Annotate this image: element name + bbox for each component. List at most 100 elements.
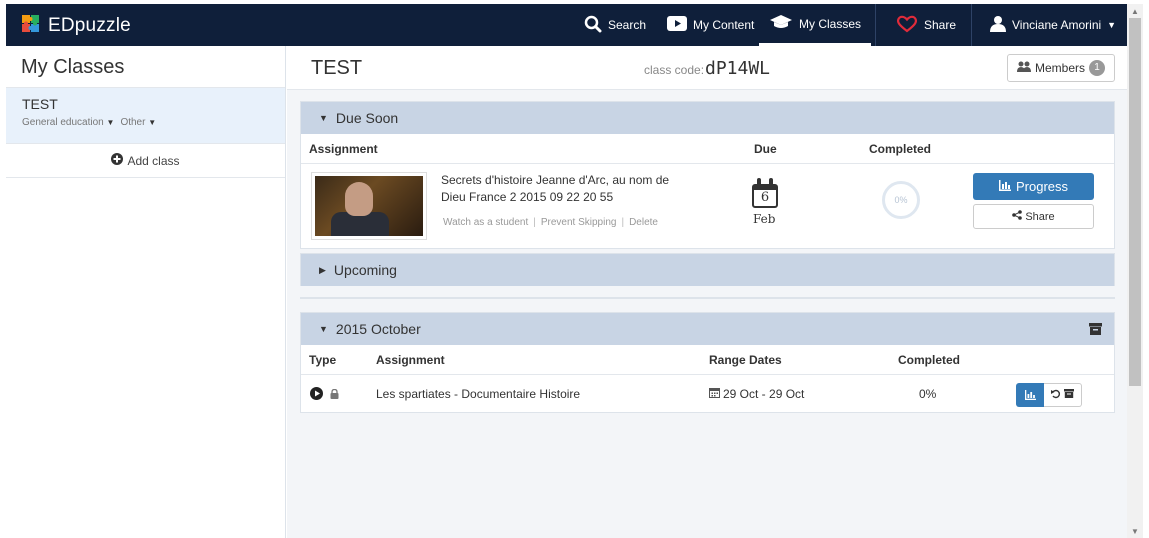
caret-right-icon: ▶ — [319, 264, 326, 275]
video-thumbnail[interactable] — [311, 172, 427, 240]
class-subject-tag[interactable]: General education ▼ — [22, 117, 114, 128]
completion-percent: 0% — [919, 387, 937, 401]
caret-down-icon: ▼ — [106, 118, 115, 127]
bar-chart-icon — [998, 179, 1011, 194]
scrollbar-thumb[interactable] — [1129, 18, 1141, 386]
due-soon-column-headers: Assignment Due Completed — [301, 134, 1114, 164]
column-completed: Completed — [869, 142, 932, 156]
upcoming-panel: ▶ Upcoming — [300, 253, 1115, 286]
user-icon — [990, 15, 1006, 35]
assignment-actions: Watch as a student | Prevent Skipping | Dele… — [443, 217, 658, 228]
video-play-icon — [667, 16, 687, 34]
due-month: Feb — [753, 212, 776, 226]
column-completed: Completed — [898, 353, 961, 367]
row-progress-button[interactable] — [1016, 383, 1044, 407]
completion-ring: 0% — [882, 181, 920, 219]
class-header: TEST class code: dP14WL Members 1 — [287, 46, 1127, 90]
upcoming-header[interactable]: ▶ Upcoming — [301, 254, 1114, 286]
nav-my-content[interactable]: My Content — [667, 4, 754, 46]
lock-icon — [330, 388, 339, 402]
heart-icon — [896, 15, 918, 36]
upcoming-title: Upcoming — [333, 262, 397, 278]
users-icon — [1016, 61, 1031, 75]
progress-label: Progress — [1015, 179, 1069, 194]
members-button[interactable]: Members 1 — [1007, 54, 1115, 82]
undo-icon — [1051, 389, 1061, 402]
plus-circle-icon — [111, 153, 124, 168]
row-action-group — [1016, 383, 1082, 407]
sidebar: My Classes TEST General education ▼ Othe… — [6, 46, 286, 538]
watch-as-student-link[interactable]: Watch as a student — [443, 217, 528, 228]
range-dates: 29 Oct - 29 Oct — [709, 387, 804, 401]
caret-down-icon: ▼ — [319, 324, 328, 334]
brand-name: EDpuzzle — [48, 14, 131, 36]
add-class-button[interactable]: Add class — [6, 144, 285, 178]
delete-link[interactable]: Delete — [629, 217, 658, 228]
nav-share[interactable]: Share — [896, 4, 956, 46]
progress-button[interactable]: Progress — [973, 173, 1094, 200]
brand-logo[interactable]: EDpuzzle — [20, 13, 131, 38]
class-code-label: class code: — [644, 63, 705, 77]
nav-divider — [971, 4, 972, 46]
scroll-up-arrow-icon[interactable]: ▲ — [1131, 7, 1139, 16]
sidebar-title: My Classes — [6, 46, 285, 88]
archive-icon[interactable] — [1089, 322, 1102, 338]
caret-down-icon: ▼ — [1107, 20, 1117, 30]
prevent-skipping-link[interactable]: Prevent Skipping — [541, 217, 617, 228]
due-soon-panel: ▼ Due Soon Assignment Due Completed Secr… — [300, 101, 1115, 249]
nav-my-content-label: My Content — [693, 18, 755, 32]
column-assignment: Assignment — [309, 142, 378, 156]
class-level-label: Other — [120, 117, 146, 128]
nav-my-classes[interactable]: My Classes — [759, 4, 872, 46]
members-label: Members — [1034, 61, 1085, 75]
october-header[interactable]: ▼ 2015 October — [301, 313, 1114, 345]
caret-down-icon: ▼ — [148, 118, 157, 127]
column-type: Type — [309, 353, 337, 367]
completion-percent: 0% — [894, 195, 908, 205]
class-subject-label: General education — [22, 117, 104, 128]
assignment-title[interactable]: Les spartiates - Documentaire Histoire — [376, 387, 580, 401]
page-title: TEST — [311, 57, 363, 79]
sidebar-class-item[interactable]: TEST General education ▼ Other ▼ — [6, 88, 285, 144]
user-menu[interactable]: Vinciane Amorini ▼ — [990, 4, 1116, 46]
class-level-tag[interactable]: Other ▼ — [120, 117, 156, 128]
class-code: dP14WL — [705, 58, 771, 79]
october-column-headers: Type Assignment Range Dates Completed — [301, 345, 1114, 375]
add-class-label: Add class — [127, 153, 180, 168]
class-name: TEST — [22, 96, 58, 112]
column-due: Due — [754, 142, 777, 156]
october-panel: ▼ 2015 October Type Assignment Range Dat… — [300, 312, 1115, 413]
assignment-title[interactable]: Secrets d'histoire Jeanne d'Arc, au nom … — [441, 172, 681, 206]
range-dates-label: 29 Oct - 29 Oct — [723, 387, 805, 401]
table-row: Les spartiates - Documentaire Histoire 2… — [301, 375, 1114, 413]
nav-my-classes-label: My Classes — [799, 16, 862, 31]
calendar-icon: 6 — [752, 178, 778, 208]
due-soon-header[interactable]: ▼ Due Soon — [301, 102, 1114, 134]
nav-divider — [875, 4, 876, 46]
column-range-dates: Range Dates — [709, 353, 782, 367]
section-divider — [300, 297, 1115, 299]
due-soon-title: Due Soon — [335, 110, 399, 126]
archive-small-icon — [1064, 389, 1074, 401]
members-count-badge: 1 — [1089, 60, 1105, 76]
share-button[interactable]: Share — [973, 204, 1094, 229]
search-icon — [584, 15, 602, 36]
share-label: Share — [1025, 210, 1055, 223]
top-nav-bar: EDpuzzle Search My Content My Classes Sh… — [6, 4, 1127, 46]
main-content: TEST class code: dP14WL Members 1 ▼ Due … — [287, 46, 1127, 538]
play-circle-icon — [310, 387, 323, 403]
caret-down-icon: ▼ — [319, 113, 328, 123]
graduation-cap-icon — [769, 14, 793, 33]
due-day: 6 — [752, 184, 778, 208]
october-title: 2015 October — [335, 321, 421, 337]
nav-search-label: Search — [608, 18, 647, 32]
scroll-down-arrow-icon[interactable]: ▼ — [1131, 527, 1139, 536]
nav-share-label: Share — [924, 18, 957, 32]
calendar-small-icon — [709, 387, 720, 401]
row-unarchive-button[interactable] — [1044, 383, 1082, 407]
user-name: Vinciane Amorini — [1012, 18, 1102, 32]
nav-search[interactable]: Search — [584, 4, 646, 46]
share-icon — [1012, 210, 1023, 223]
column-assignment: Assignment — [376, 353, 445, 367]
puzzle-logo-icon — [20, 13, 42, 38]
